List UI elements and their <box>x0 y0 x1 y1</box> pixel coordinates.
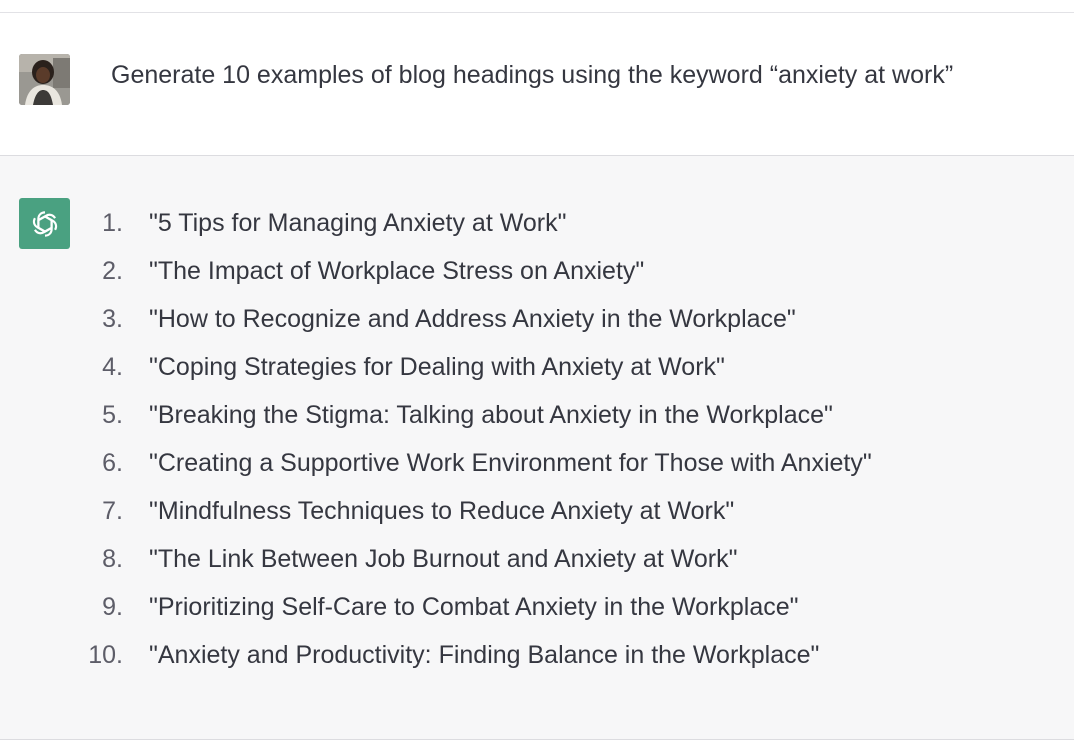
list-item-number: 4. <box>102 353 123 381</box>
bottom-divider <box>0 739 1074 740</box>
list-item-number: 3. <box>102 305 123 333</box>
list-item-number: 1. <box>102 209 123 237</box>
user-message-row: Generate 10 examples of blog headings us… <box>0 13 1074 155</box>
user-avatar <box>19 54 70 105</box>
list-item-text: "Breaking the Stigma: Talking about Anxi… <box>149 401 833 429</box>
list-item-text: "Anxiety and Productivity: Finding Balan… <box>149 641 820 669</box>
list-item-number: 2. <box>102 257 123 285</box>
list-item-text: "Mindfulness Techniques to Reduce Anxiet… <box>149 497 735 525</box>
list-item-number: 10. <box>88 641 123 669</box>
list-item-text: "Creating a Supportive Work Environment … <box>149 449 872 477</box>
user-message-text: Generate 10 examples of blog headings us… <box>111 61 954 89</box>
list-item-text: "The Link Between Job Burnout and Anxiet… <box>149 545 738 573</box>
list-item-number: 8. <box>102 545 123 573</box>
user-photo-avatar-icon <box>19 54 70 105</box>
list-item-text: "Coping Strategies for Dealing with Anxi… <box>149 353 725 381</box>
list-item-text: "5 Tips for Managing Anxiety at Work" <box>149 209 567 237</box>
list-item-number: 5. <box>102 401 123 429</box>
list-item-text: "How to Recognize and Address Anxiety in… <box>149 305 796 333</box>
assistant-message-row: 1. "5 Tips for Managing Anxiety at Work"… <box>0 156 1074 739</box>
list-item-number: 6. <box>102 449 123 477</box>
list-item-text: "Prioritizing Self-Care to Combat Anxiet… <box>149 593 799 621</box>
list-item-text: "The Impact of Workplace Stress on Anxie… <box>149 257 645 285</box>
list-item-number: 9. <box>102 593 123 621</box>
list-item-number: 7. <box>102 497 123 525</box>
chat-page: Generate 10 examples of blog headings us… <box>0 0 1074 746</box>
